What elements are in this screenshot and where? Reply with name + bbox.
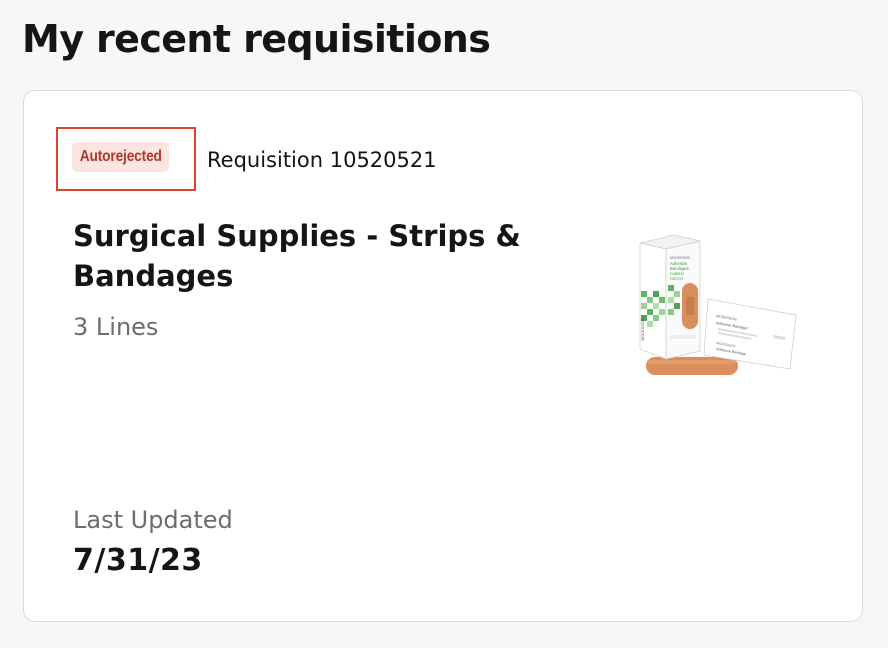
lines-count: 3 Lines (73, 313, 159, 341)
bandage-product-image: MCKESSON MCKESSON Adhesive Bandages FABR… (639, 234, 797, 375)
last-updated-label: Last Updated (73, 506, 233, 534)
requisition-card[interactable]: Autorejected Requisition 10520521 Surgic… (23, 90, 863, 622)
box-brand-text: MCKESSON (640, 318, 645, 341)
section-title: My recent requisitions (22, 17, 491, 61)
box-right-brand-text: MCKESSON (670, 256, 691, 260)
bandage-strip (646, 357, 738, 375)
requisition-number: Requisition 10520521 (207, 148, 437, 172)
last-updated-value: 7/31/23 (73, 543, 203, 578)
requisitions-page: My recent requisitions Autorejected Requ… (0, 0, 888, 648)
status-badge: Autorejected (72, 142, 170, 172)
box-line4-text: PATCH (670, 276, 683, 281)
requisition-title: Surgical Supplies - Strips & Bandages (73, 219, 521, 293)
